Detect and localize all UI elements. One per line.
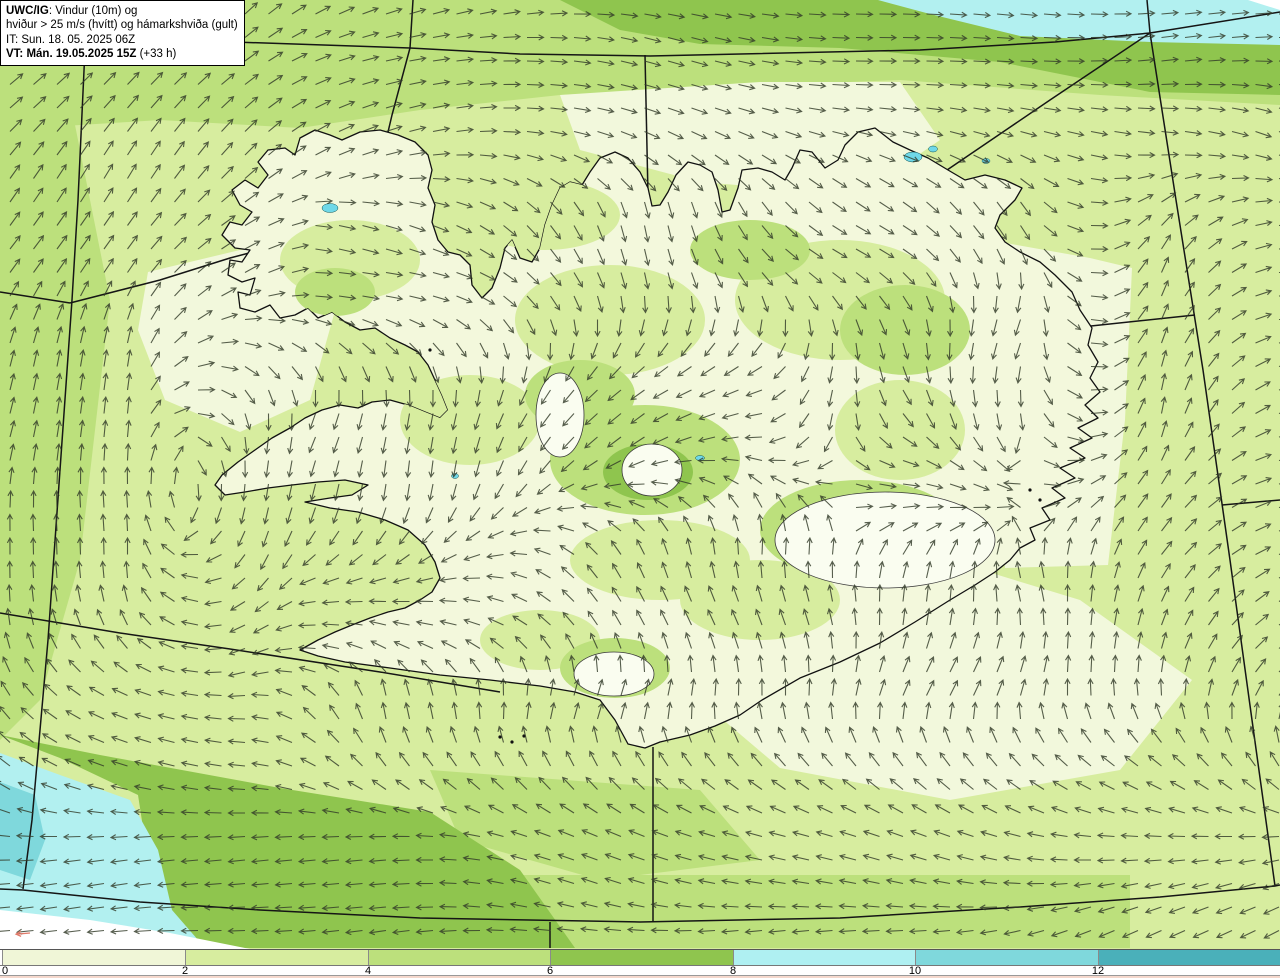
iceland-wind-map — [0, 0, 1280, 949]
land-patch-lvl_2_4 — [515, 265, 705, 375]
islet — [428, 348, 432, 352]
glacier — [535, 372, 585, 458]
land-patch-lvl_4_6 — [690, 220, 810, 280]
colorbar-segment — [550, 950, 733, 966]
islet — [498, 735, 502, 739]
colorbar-segment — [185, 950, 368, 966]
wind-speed-colorbar: 0 2 4 6 8 10 12 — [0, 949, 1280, 978]
colorbar-segment — [1098, 950, 1280, 966]
land-patch-lvl_2_4 — [835, 380, 965, 480]
colorbar-segment — [368, 950, 550, 966]
glacier — [621, 443, 683, 497]
colorbar-segment — [733, 950, 915, 966]
lake — [928, 145, 938, 153]
land-patch-lvl_2_4 — [570, 520, 750, 600]
legend-line-inittime: IT: Sun. 18. 05. 2025 06Z — [6, 33, 136, 46]
legend-line-gust: hviður > 25 m/s (hvítt) og hámarkshviða … — [6, 19, 238, 32]
model-name: UWC/IG — [6, 5, 49, 17]
islet — [1028, 488, 1032, 492]
forecast-legend-box: UWC/IG: Vindur (10m) og hviður > 25 m/s … — [0, 0, 245, 66]
lake — [321, 203, 339, 213]
legend-line-validtime: VT: Mán. 19.05.2025 15Z (+33 h) — [6, 47, 177, 60]
legend-line-title: UWC/IG: Vindur (10m) og — [6, 5, 138, 17]
colorbar-segments — [0, 949, 1280, 966]
colorbar-segment — [2, 950, 185, 966]
islet — [1038, 498, 1042, 502]
islet — [510, 740, 514, 744]
weather-map-page: UWC/IG: Vindur (10m) og hviður > 25 m/s … — [0, 0, 1280, 978]
colorbar-segment — [915, 950, 1098, 966]
